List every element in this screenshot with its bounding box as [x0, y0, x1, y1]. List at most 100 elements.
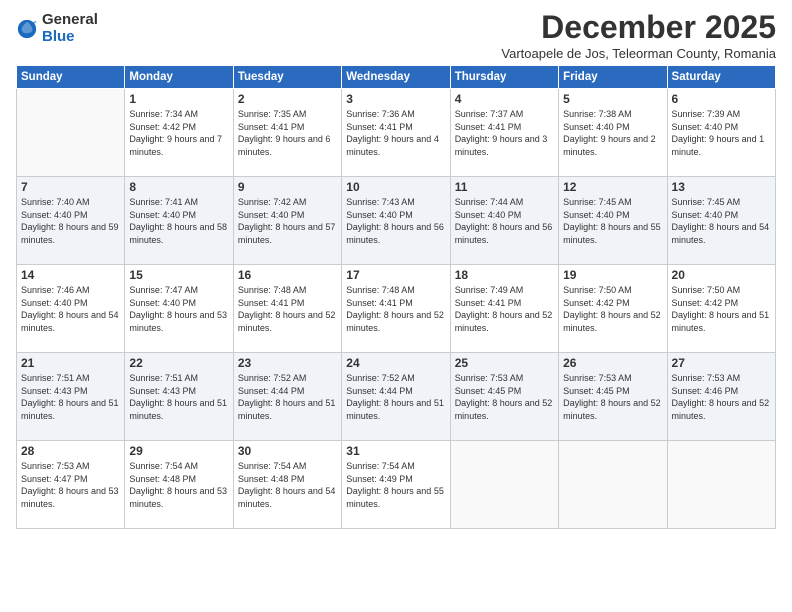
- day-info: Sunrise: 7:52 AMSunset: 4:44 PMDaylight:…: [346, 373, 444, 421]
- day-number: 16: [238, 268, 337, 282]
- day-number: 15: [129, 268, 228, 282]
- calendar-cell: 14 Sunrise: 7:46 AMSunset: 4:40 PMDaylig…: [17, 265, 125, 353]
- day-number: 20: [672, 268, 771, 282]
- day-number: 6: [672, 92, 771, 106]
- day-number: 1: [129, 92, 228, 106]
- day-info: Sunrise: 7:54 AMSunset: 4:48 PMDaylight:…: [129, 461, 227, 509]
- calendar-cell: 1 Sunrise: 7:34 AMSunset: 4:42 PMDayligh…: [125, 89, 233, 177]
- header-row-days: Sunday Monday Tuesday Wednesday Thursday…: [17, 66, 776, 89]
- day-info: Sunrise: 7:34 AMSunset: 4:42 PMDaylight:…: [129, 109, 222, 157]
- th-saturday: Saturday: [667, 66, 775, 89]
- day-info: Sunrise: 7:42 AMSunset: 4:40 PMDaylight:…: [238, 197, 336, 245]
- month-title: December 2025: [501, 10, 776, 45]
- calendar-cell: 21 Sunrise: 7:51 AMSunset: 4:43 PMDaylig…: [17, 353, 125, 441]
- day-info: Sunrise: 7:37 AMSunset: 4:41 PMDaylight:…: [455, 109, 548, 157]
- day-info: Sunrise: 7:48 AMSunset: 4:41 PMDaylight:…: [238, 285, 336, 333]
- calendar-cell: 13 Sunrise: 7:45 AMSunset: 4:40 PMDaylig…: [667, 177, 775, 265]
- day-info: Sunrise: 7:52 AMSunset: 4:44 PMDaylight:…: [238, 373, 336, 421]
- calendar-cell: 6 Sunrise: 7:39 AMSunset: 4:40 PMDayligh…: [667, 89, 775, 177]
- calendar-cell: 26 Sunrise: 7:53 AMSunset: 4:45 PMDaylig…: [559, 353, 667, 441]
- logo-words: General Blue: [42, 12, 98, 45]
- th-wednesday: Wednesday: [342, 66, 450, 89]
- day-number: 22: [129, 356, 228, 370]
- calendar-cell: 20 Sunrise: 7:50 AMSunset: 4:42 PMDaylig…: [667, 265, 775, 353]
- calendar-table: Sunday Monday Tuesday Wednesday Thursday…: [16, 65, 776, 529]
- day-info: Sunrise: 7:46 AMSunset: 4:40 PMDaylight:…: [21, 285, 119, 333]
- calendar-cell: [450, 441, 558, 529]
- calendar-cell: 24 Sunrise: 7:52 AMSunset: 4:44 PMDaylig…: [342, 353, 450, 441]
- day-number: 18: [455, 268, 554, 282]
- day-number: 29: [129, 444, 228, 458]
- day-number: 5: [563, 92, 662, 106]
- day-number: 9: [238, 180, 337, 194]
- day-info: Sunrise: 7:54 AMSunset: 4:48 PMDaylight:…: [238, 461, 336, 509]
- th-sunday: Sunday: [17, 66, 125, 89]
- calendar-cell: [559, 441, 667, 529]
- calendar-cell: 31 Sunrise: 7:54 AMSunset: 4:49 PMDaylig…: [342, 441, 450, 529]
- day-info: Sunrise: 7:45 AMSunset: 4:40 PMDaylight:…: [672, 197, 770, 245]
- calendar-cell: 28 Sunrise: 7:53 AMSunset: 4:47 PMDaylig…: [17, 441, 125, 529]
- day-number: 3: [346, 92, 445, 106]
- day-number: 19: [563, 268, 662, 282]
- day-number: 21: [21, 356, 120, 370]
- calendar-cell: 5 Sunrise: 7:38 AMSunset: 4:40 PMDayligh…: [559, 89, 667, 177]
- day-info: Sunrise: 7:53 AMSunset: 4:46 PMDaylight:…: [672, 373, 770, 421]
- day-info: Sunrise: 7:51 AMSunset: 4:43 PMDaylight:…: [21, 373, 119, 421]
- subtitle: Vartoapele de Jos, Teleorman County, Rom…: [501, 46, 776, 61]
- day-number: 14: [21, 268, 120, 282]
- day-info: Sunrise: 7:39 AMSunset: 4:40 PMDaylight:…: [672, 109, 765, 157]
- calendar-cell: 18 Sunrise: 7:49 AMSunset: 4:41 PMDaylig…: [450, 265, 558, 353]
- th-thursday: Thursday: [450, 66, 558, 89]
- calendar-week-2: 14 Sunrise: 7:46 AMSunset: 4:40 PMDaylig…: [17, 265, 776, 353]
- day-number: 13: [672, 180, 771, 194]
- day-number: 10: [346, 180, 445, 194]
- day-info: Sunrise: 7:44 AMSunset: 4:40 PMDaylight:…: [455, 197, 553, 245]
- calendar-cell: 7 Sunrise: 7:40 AMSunset: 4:40 PMDayligh…: [17, 177, 125, 265]
- calendar-week-1: 7 Sunrise: 7:40 AMSunset: 4:40 PMDayligh…: [17, 177, 776, 265]
- day-number: 25: [455, 356, 554, 370]
- calendar-cell: 27 Sunrise: 7:53 AMSunset: 4:46 PMDaylig…: [667, 353, 775, 441]
- logo-icon: [16, 18, 38, 40]
- calendar-cell: 3 Sunrise: 7:36 AMSunset: 4:41 PMDayligh…: [342, 89, 450, 177]
- day-info: Sunrise: 7:49 AMSunset: 4:41 PMDaylight:…: [455, 285, 553, 333]
- calendar-cell: 12 Sunrise: 7:45 AMSunset: 4:40 PMDaylig…: [559, 177, 667, 265]
- calendar-cell: 25 Sunrise: 7:53 AMSunset: 4:45 PMDaylig…: [450, 353, 558, 441]
- calendar-page: General Blue December 2025 Vartoapele de…: [0, 0, 792, 612]
- day-number: 31: [346, 444, 445, 458]
- title-block: December 2025 Vartoapele de Jos, Teleorm…: [501, 10, 776, 61]
- calendar-cell: 10 Sunrise: 7:43 AMSunset: 4:40 PMDaylig…: [342, 177, 450, 265]
- th-tuesday: Tuesday: [233, 66, 341, 89]
- calendar-cell: 9 Sunrise: 7:42 AMSunset: 4:40 PMDayligh…: [233, 177, 341, 265]
- day-number: 23: [238, 356, 337, 370]
- calendar-week-0: 1 Sunrise: 7:34 AMSunset: 4:42 PMDayligh…: [17, 89, 776, 177]
- day-info: Sunrise: 7:36 AMSunset: 4:41 PMDaylight:…: [346, 109, 439, 157]
- calendar-cell: 29 Sunrise: 7:54 AMSunset: 4:48 PMDaylig…: [125, 441, 233, 529]
- calendar-cell: 22 Sunrise: 7:51 AMSunset: 4:43 PMDaylig…: [125, 353, 233, 441]
- day-info: Sunrise: 7:53 AMSunset: 4:45 PMDaylight:…: [563, 373, 661, 421]
- calendar-cell: 8 Sunrise: 7:41 AMSunset: 4:40 PMDayligh…: [125, 177, 233, 265]
- calendar-cell: 16 Sunrise: 7:48 AMSunset: 4:41 PMDaylig…: [233, 265, 341, 353]
- calendar-cell: 17 Sunrise: 7:48 AMSunset: 4:41 PMDaylig…: [342, 265, 450, 353]
- calendar-cell: [17, 89, 125, 177]
- day-info: Sunrise: 7:48 AMSunset: 4:41 PMDaylight:…: [346, 285, 444, 333]
- calendar-cell: 2 Sunrise: 7:35 AMSunset: 4:41 PMDayligh…: [233, 89, 341, 177]
- calendar-cell: 30 Sunrise: 7:54 AMSunset: 4:48 PMDaylig…: [233, 441, 341, 529]
- day-info: Sunrise: 7:47 AMSunset: 4:40 PMDaylight:…: [129, 285, 227, 333]
- logo-blue: Blue: [42, 29, 98, 46]
- header-row: General Blue December 2025 Vartoapele de…: [16, 10, 776, 61]
- day-number: 11: [455, 180, 554, 194]
- day-info: Sunrise: 7:50 AMSunset: 4:42 PMDaylight:…: [563, 285, 661, 333]
- day-info: Sunrise: 7:45 AMSunset: 4:40 PMDaylight:…: [563, 197, 661, 245]
- calendar-cell: 11 Sunrise: 7:44 AMSunset: 4:40 PMDaylig…: [450, 177, 558, 265]
- day-info: Sunrise: 7:43 AMSunset: 4:40 PMDaylight:…: [346, 197, 444, 245]
- day-number: 17: [346, 268, 445, 282]
- day-info: Sunrise: 7:54 AMSunset: 4:49 PMDaylight:…: [346, 461, 444, 509]
- day-number: 12: [563, 180, 662, 194]
- th-monday: Monday: [125, 66, 233, 89]
- day-info: Sunrise: 7:41 AMSunset: 4:40 PMDaylight:…: [129, 197, 227, 245]
- day-info: Sunrise: 7:53 AMSunset: 4:47 PMDaylight:…: [21, 461, 119, 509]
- day-number: 24: [346, 356, 445, 370]
- day-number: 7: [21, 180, 120, 194]
- calendar-week-4: 28 Sunrise: 7:53 AMSunset: 4:47 PMDaylig…: [17, 441, 776, 529]
- day-number: 26: [563, 356, 662, 370]
